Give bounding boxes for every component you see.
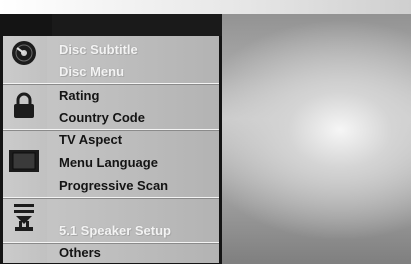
menu-item-others[interactable]: Others <box>59 245 101 261</box>
menu-item-tv-aspect[interactable]: TV Aspect <box>59 132 122 148</box>
menu-item-country-code[interactable]: Country Code <box>59 110 145 126</box>
menu-title-bar <box>52 14 222 36</box>
menu-item-menu-language[interactable]: Menu Language <box>59 155 158 171</box>
menu-divider <box>3 129 219 131</box>
menu-item-disc-menu[interactable]: Disc Menu <box>59 64 124 80</box>
disc-icon[interactable] <box>11 40 37 66</box>
menu-item-rating[interactable]: Rating <box>59 88 99 104</box>
osd-screen: Disc Subtitle Disc Menu Rating Country C… <box>0 0 411 264</box>
menu-divider <box>3 83 219 85</box>
menu-item-speaker-setup[interactable]: 5.1 Speaker Setup <box>59 223 171 239</box>
menu-item-progressive-scan[interactable]: Progressive Scan <box>59 178 168 194</box>
padlock-icon[interactable] <box>13 92 35 118</box>
speaker-setup-icon[interactable] <box>13 203 35 233</box>
top-band <box>0 0 411 14</box>
menu-divider <box>3 242 219 244</box>
menu-divider <box>3 197 219 199</box>
menu-item-disc-subtitle[interactable]: Disc Subtitle <box>59 42 138 58</box>
setup-menu-panel: Disc Subtitle Disc Menu Rating Country C… <box>3 36 219 263</box>
tv-screen-icon[interactable] <box>9 150 39 172</box>
